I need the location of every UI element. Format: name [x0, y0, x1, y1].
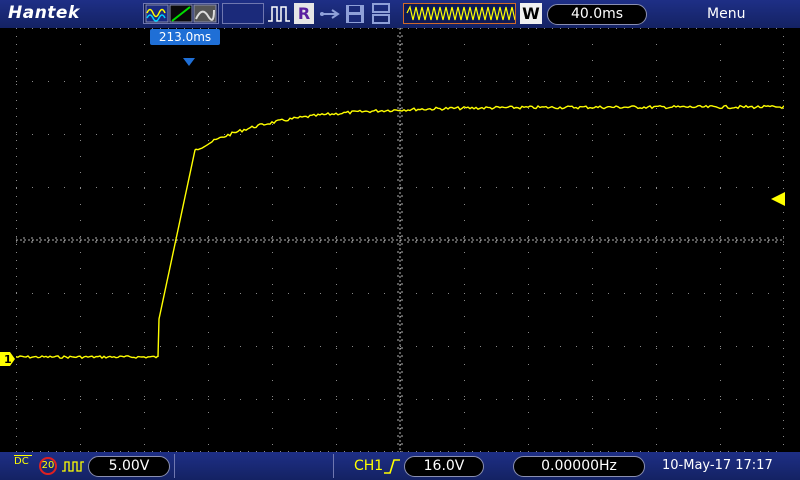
- probe-attenuation-badge[interactable]: 20: [39, 457, 57, 475]
- volts-per-div-readout[interactable]: 5.00V: [88, 456, 170, 477]
- rising-edge-icon: [384, 459, 400, 474]
- trigger-level-readout[interactable]: 16.0V: [404, 456, 484, 477]
- acquisition-icon-group[interactable]: [143, 3, 219, 24]
- ch1-ground-marker[interactable]: 1: [0, 351, 16, 367]
- trigger-level-marker[interactable]: [770, 191, 786, 207]
- bottom-status-bar: DC 20 5.00V CH1 16.0V 0.00000Hz 10-May-1…: [0, 452, 800, 480]
- persistence-icon[interactable]: [193, 4, 217, 23]
- timebase-readout[interactable]: 40.0ms: [547, 4, 647, 25]
- cursor-time-label: 213.0ms: [150, 29, 220, 45]
- trigger-mode-letter[interactable]: W: [520, 3, 542, 24]
- run-state-indicator[interactable]: R: [294, 3, 314, 24]
- memory-waveform-icon: [406, 5, 515, 21]
- pulse-icon: [268, 6, 290, 22]
- waveform-display[interactable]: [16, 28, 784, 452]
- brand-logo: Hantek: [8, 3, 80, 23]
- memory-depth-box[interactable]: [222, 3, 264, 24]
- coupling-text: DC: [14, 456, 29, 467]
- save-disk-icon[interactable]: [345, 4, 365, 24]
- frequency-readout: 0.00000Hz: [513, 456, 645, 477]
- storage-icon[interactable]: [372, 3, 392, 25]
- ch1-marker-label: 1: [4, 353, 12, 366]
- top-status-bar: Hantek R W 40.0ms Menu: [0, 0, 800, 28]
- channel-divider: [174, 454, 334, 478]
- bandwidth-limit-icon: [62, 461, 84, 472]
- trigger-position-box[interactable]: [403, 3, 516, 24]
- usb-icon: [320, 9, 340, 19]
- coupling-label: DC: [14, 455, 32, 467]
- graticule: [16, 28, 784, 452]
- waveform-grid: [16, 28, 784, 452]
- ramp-icon[interactable]: [169, 4, 193, 23]
- wave-mode-icon[interactable]: [145, 4, 169, 23]
- trigger-source-label: CH1: [354, 458, 384, 474]
- date-time-display: 10-May-17 17:17: [662, 458, 773, 473]
- menu-button[interactable]: Menu: [707, 6, 745, 22]
- cursor-marker-icon: [183, 58, 195, 66]
